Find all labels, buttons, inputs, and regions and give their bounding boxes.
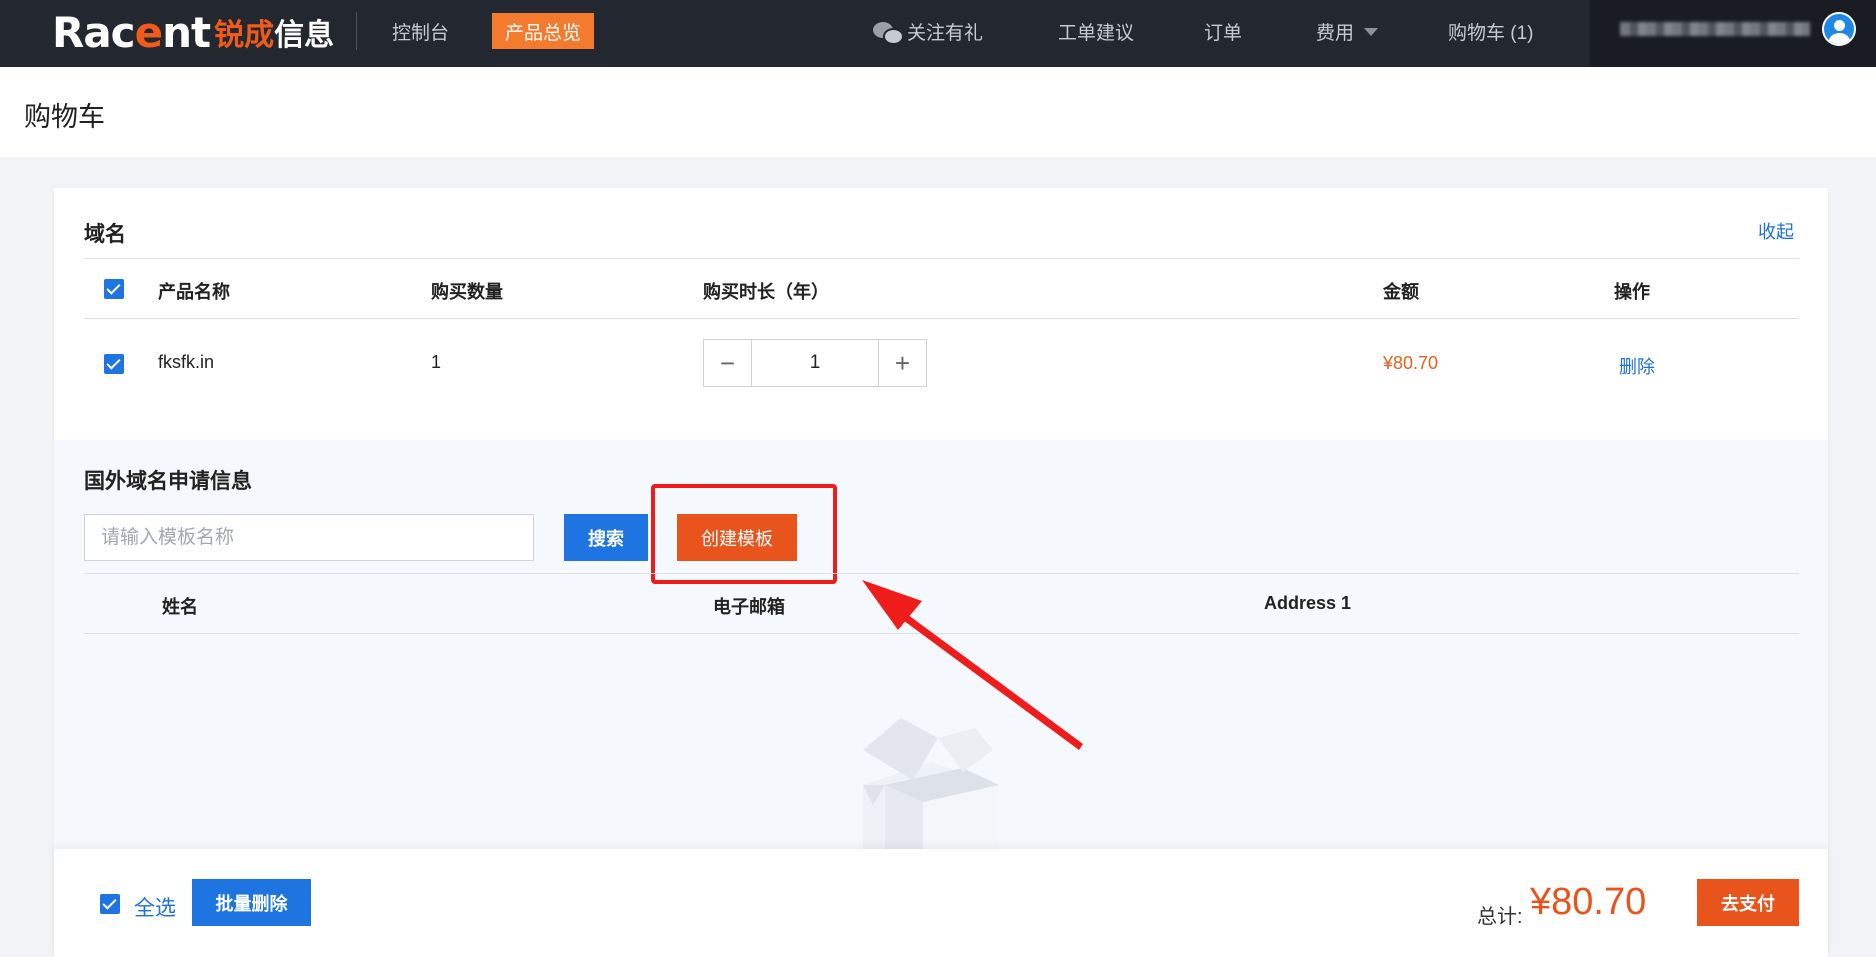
duration-stepper: − 1 + (703, 339, 927, 387)
nav-cart[interactable]: 购物车 (1) (1448, 18, 1534, 45)
divider (84, 318, 1799, 319)
page-header: 购物车 (0, 67, 1876, 157)
row-quantity: 1 (431, 352, 442, 372)
cart-card: 域名 收起 产品名称 购买数量 购买时长（年） 金额 操作 fksfk.in 1… (54, 188, 1828, 957)
col-product-name: 产品名称 (158, 282, 230, 302)
domain-section-title: 域名 (84, 223, 126, 246)
nav-console[interactable]: 控制台 (392, 18, 449, 45)
delete-link[interactable]: 删除 (1619, 353, 1655, 379)
chevron-down-icon (1364, 27, 1379, 36)
user-name-blurred (1620, 22, 1810, 36)
row-product: fksfk.in (158, 352, 215, 372)
col-name: 姓名 (162, 597, 198, 617)
logo-wordmark: Racent (52, 7, 211, 57)
top-navbar: Racent 锐成信息 控制台 产品总览 关注有礼 工单建议 订单 费用 购物车… (0, 0, 1876, 67)
nav-ticket[interactable]: 工单建议 (1058, 18, 1134, 45)
divider (84, 258, 1799, 259)
bottom-action-bar: 全选 批量删除 总计: ¥80.70 去支付 (54, 849, 1828, 957)
nav-fees-label: 费用 (1316, 23, 1355, 44)
nav-follow-gift[interactable]: 关注有礼 (873, 18, 983, 45)
empty-box-icon (863, 718, 999, 850)
nav-orders[interactable]: 订单 (1204, 18, 1242, 45)
user-menu[interactable] (1590, 0, 1876, 67)
divider (84, 633, 1799, 634)
col-address: Address 1 (1264, 593, 1352, 613)
page-title: 购物车 (24, 102, 105, 132)
wechat-icon (873, 21, 904, 45)
total-label: 总计: (1477, 906, 1523, 928)
nav-fees[interactable]: 费用 (1316, 18, 1379, 45)
duration-value[interactable]: 1 (752, 340, 878, 386)
nav-follow-gift-label: 关注有礼 (907, 23, 984, 44)
logo-chinese: 锐成信息 (214, 18, 335, 53)
search-button[interactable]: 搜索 (564, 514, 648, 561)
decrement-button[interactable]: − (704, 340, 752, 386)
col-action: 操作 (1614, 282, 1650, 302)
header-checkbox[interactable] (104, 279, 124, 299)
batch-delete-button[interactable]: 批量删除 (192, 879, 311, 926)
row-checkbox[interactable] (104, 354, 124, 374)
total-value: ¥80.70 (1530, 881, 1647, 923)
col-amount: 金额 (1383, 282, 1419, 302)
increment-button[interactable]: + (878, 340, 926, 386)
row-amount: ¥80.70 (1383, 353, 1439, 373)
nav-divider (356, 12, 357, 50)
select-all-checkbox[interactable] (100, 894, 120, 914)
collapse-link[interactable]: 收起 (1758, 218, 1794, 244)
divider (84, 573, 1799, 574)
select-all-label[interactable]: 全选 (134, 892, 176, 922)
nav-product-overview[interactable]: 产品总览 (492, 13, 594, 49)
col-quantity: 购买数量 (431, 282, 503, 302)
annotation-highlight-box (651, 484, 837, 584)
logo[interactable]: Racent 锐成信息 (52, 6, 334, 58)
col-email: 电子邮箱 (713, 597, 785, 617)
pay-button[interactable]: 去支付 (1697, 879, 1799, 926)
col-duration: 购买时长（年） (703, 282, 829, 302)
registrant-section-title: 国外域名申请信息 (84, 470, 252, 493)
template-search-input[interactable] (84, 514, 534, 561)
avatar[interactable] (1822, 12, 1856, 46)
